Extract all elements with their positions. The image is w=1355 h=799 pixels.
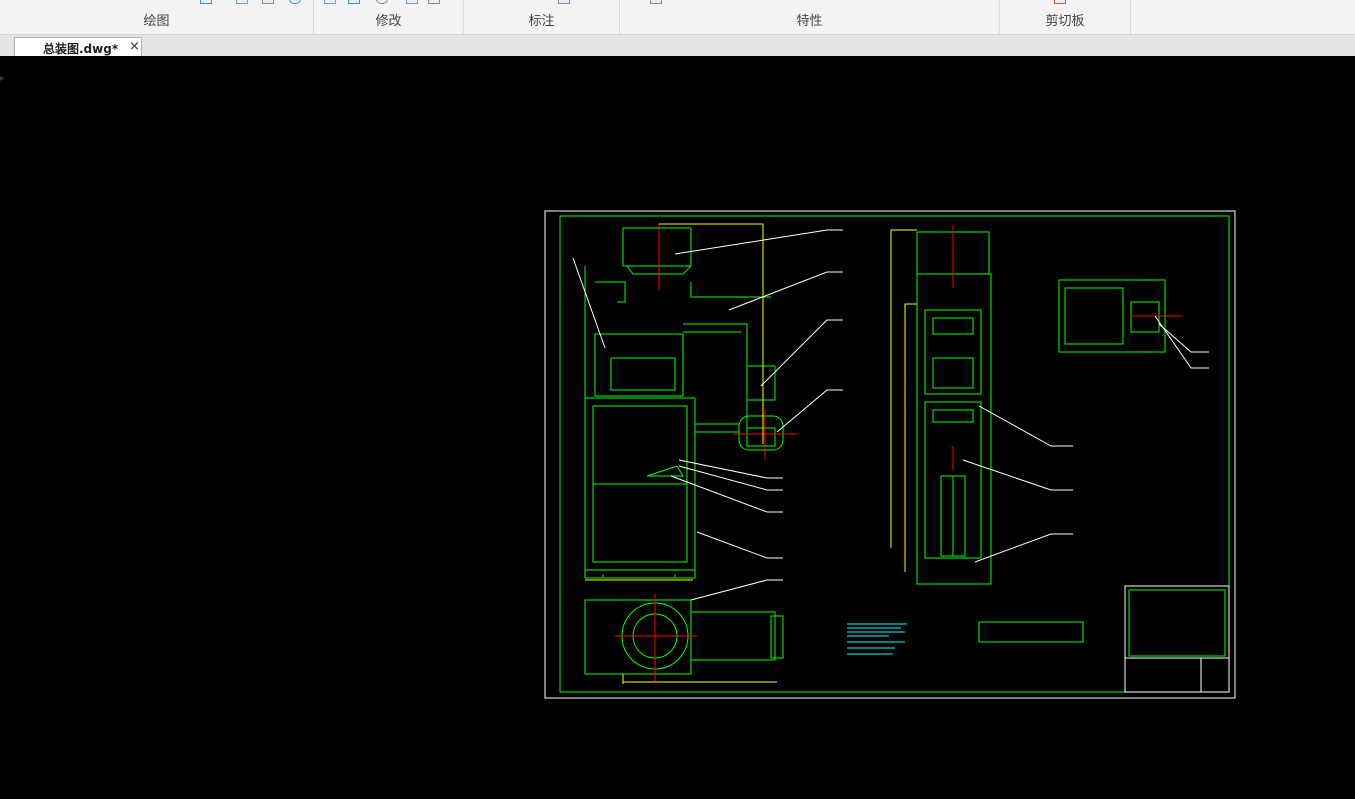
title-block: [1124, 585, 1230, 693]
side-view: [916, 231, 992, 585]
modify-tools-icon[interactable]: [314, 0, 463, 4]
ribbon-group-label: 剪切板: [1045, 14, 1085, 29]
document-tab-title[interactable]: 总装图.dwg*: [43, 40, 118, 57]
ribbon-group-draw: 绘图: [0, 0, 314, 34]
ribbon-group-label: 特性: [796, 14, 823, 29]
side-view-dimensions: [890, 229, 917, 572]
draw-tools-icon[interactable]: [0, 0, 313, 4]
drawing: [544, 210, 1236, 699]
document-tab-bar: ▸ 总装图.dwg* ×: [0, 35, 1355, 84]
tab-scroll-icon[interactable]: ▸: [0, 73, 5, 84]
parts-note-table: [978, 621, 1084, 643]
ribbon-group-label: 修改: [375, 14, 402, 29]
ribbon-group-clipboard: 剪切板: [1000, 0, 1131, 34]
ribbon-group-modify: 修改: [314, 0, 464, 34]
technical-notes: [847, 623, 907, 655]
close-icon[interactable]: ×: [129, 39, 140, 54]
ribbon-group-annotate: 标注: [464, 0, 620, 34]
annotate-tools-icon[interactable]: [464, 0, 619, 4]
paste-icon[interactable]: [1000, 0, 1130, 4]
sheet-border: [544, 210, 1236, 699]
ribbon-group-label: 绘图: [143, 14, 170, 29]
detail-leaders: [1154, 315, 1209, 369]
document-tab[interactable]: 总装图.dwg* ×: [14, 37, 142, 56]
side-view-leaders: [962, 405, 1073, 563]
drawing-canvas[interactable]: [7, 56, 1355, 799]
front-view-leaders: [572, 229, 843, 601]
ribbon-group-properties: 特性: [620, 0, 1000, 34]
front-view: [584, 227, 784, 675]
properties-tools-icon[interactable]: [620, 0, 999, 4]
ribbon-group-label: 标注: [528, 14, 555, 29]
ribbon: 绘图 修改 标注 特性 剪切板: [0, 0, 1355, 35]
bom-table: [1128, 589, 1226, 657]
